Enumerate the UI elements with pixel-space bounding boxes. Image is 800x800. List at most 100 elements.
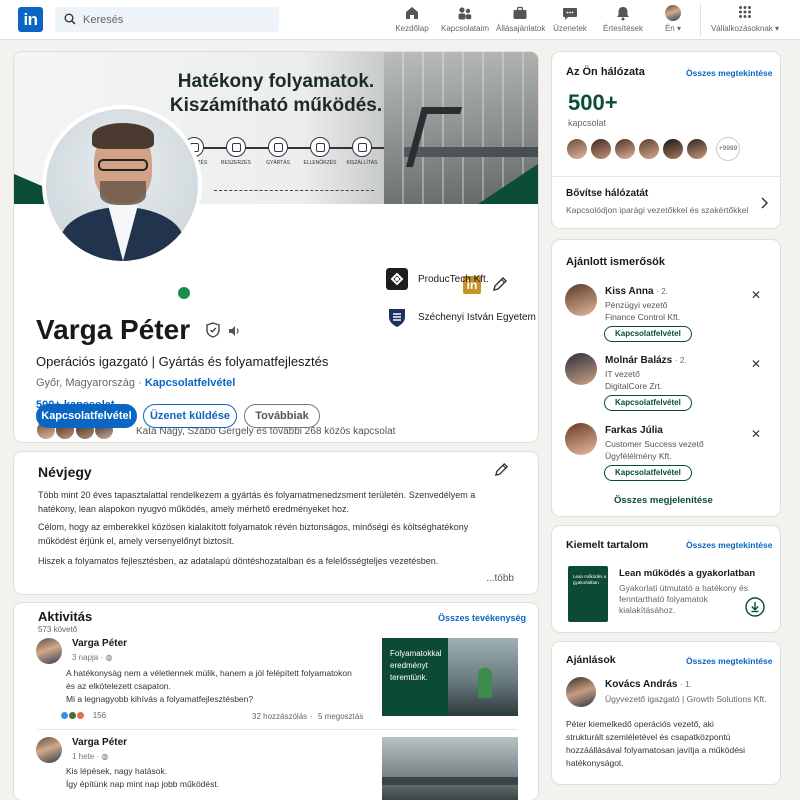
more-connections-badge[interactable]: +9999: [716, 137, 740, 161]
see-more-link[interactable]: ...több: [486, 573, 514, 584]
globe-icon: ◍: [105, 653, 113, 662]
more-button[interactable]: Továbbiak: [244, 404, 320, 428]
nav-divider: [700, 4, 701, 36]
post-text-line: Kis lépések, nagy hatások.: [66, 766, 168, 776]
banner-step-label: GYÁRTÁS: [266, 160, 290, 166]
suggestion-role: IT vezető: [605, 369, 640, 379]
dismiss-close-icon[interactable]: ✕: [751, 288, 761, 302]
suggestion-name[interactable]: Molnár Balázs · 2.: [605, 355, 687, 366]
suggestion-connect-button[interactable]: Kapcsolatfelvétel: [604, 465, 692, 481]
avatar: [566, 138, 588, 160]
divider: [552, 176, 780, 177]
jobs-icon: [513, 6, 527, 19]
chevron-right-icon[interactable]: [760, 197, 768, 209]
about-paragraph: Célom, hogy az emberekkel közösen kialak…: [38, 522, 469, 546]
post-time: 3 napja · ◍: [72, 653, 112, 662]
recommender-name-text: Kovács András: [605, 679, 678, 690]
featured-item-title[interactable]: Lean működés a gyakorlatban: [619, 568, 755, 579]
conveyor-shape: [382, 777, 518, 785]
recommender-name[interactable]: Kovács András · 1.: [605, 679, 692, 690]
dismiss-close-icon[interactable]: ✕: [751, 427, 761, 441]
post-author[interactable]: Varga Péter: [72, 638, 127, 649]
recommendations-title: Ajánlások: [566, 654, 616, 666]
recommendation-text: Péter kiemelkedő operációs vezető, aki s…: [566, 718, 745, 770]
post-image[interactable]: Folyamatokkal eredményt teremtünk.: [382, 638, 518, 716]
avatar: [686, 138, 708, 160]
see-all-recommendations-link[interactable]: Összes megtekintése: [686, 656, 772, 666]
suggestion-company: Finance Control Kft.: [605, 312, 681, 322]
nav-business[interactable]: Vállalkozásoknak ▾: [705, 5, 785, 37]
avatar[interactable]: [565, 284, 597, 316]
worker-figure: [478, 668, 492, 698]
online-status-dot: [175, 284, 193, 302]
shares-count[interactable]: 5 megosztás: [318, 712, 363, 721]
all-activity-link[interactable]: Összes tevékenység: [438, 613, 526, 623]
dismiss-close-icon[interactable]: ✕: [751, 357, 761, 371]
see-all-featured-link[interactable]: Összes megtekintése: [686, 540, 772, 550]
nav-messaging[interactable]: Üzenetek: [551, 5, 589, 37]
suggestion-name-text: Kiss Anna: [605, 286, 654, 297]
search-icon: [64, 13, 76, 25]
connection-degree: · 2.: [656, 287, 668, 296]
avatar[interactable]: [566, 677, 596, 707]
suggestion-item: Farkas Júlia Customer Success vezető Ügy…: [565, 423, 770, 485]
post-image[interactable]: [382, 737, 518, 800]
edit-pencil-icon[interactable]: [494, 462, 509, 477]
search-box[interactable]: [55, 7, 279, 32]
linkedin-logo[interactable]: in: [18, 7, 43, 32]
suggestion-name[interactable]: Farkas Júlia: [605, 425, 663, 436]
send-message-button[interactable]: Üzenet küldése: [143, 404, 237, 428]
network-title: Az Ön hálózata: [566, 66, 645, 78]
banner-step-label: ELLENŐRZÉS: [303, 160, 337, 166]
me-avatar: [665, 5, 681, 21]
banner-title-line: Hatékony folyamatok.: [177, 71, 375, 92]
comments-count[interactable]: 32 hozzászólás: [252, 712, 307, 721]
post-image-text: Folyamatokkal eredményt teremtünk.: [390, 649, 442, 682]
activity-title: Aktivitás: [38, 609, 93, 624]
show-all-suggestions-link[interactable]: Összes megjelenítése: [614, 495, 713, 506]
name-pronunciation-icon[interactable]: [228, 324, 242, 338]
book-cover-text: Lean működés a gyakorlatban: [573, 574, 607, 585]
avatar[interactable]: [565, 353, 597, 385]
chevron-down-icon: ▾: [674, 24, 682, 33]
avatar: [36, 737, 62, 763]
search-input[interactable]: [83, 7, 273, 32]
nav-home-label: Kezdőlap: [395, 24, 429, 33]
post-author[interactable]: Varga Péter: [72, 737, 127, 748]
messaging-icon: [563, 8, 577, 20]
edit-pencil-icon[interactable]: [492, 276, 508, 292]
avatar[interactable]: [565, 423, 597, 455]
post-text-line: és az elkötelezett csapaton.: [66, 681, 171, 691]
nav-me-label: Én: [664, 24, 675, 33]
grid-icon: [739, 6, 751, 18]
banner-step: KISZÁLLÍTÁS: [342, 137, 382, 166]
post-reactions[interactable]: 156: [60, 711, 106, 721]
see-all-network-link[interactable]: Összes megtekintése: [686, 68, 772, 78]
network-card: Az Ön hálózata Összes megtekintése 500+ …: [552, 52, 780, 228]
featured-book-cover[interactable]: Lean működés a gyakorlatban: [568, 566, 608, 622]
connect-button[interactable]: Kapcsolatfelvétel: [36, 404, 137, 428]
nav-network[interactable]: Kapcsolataim: [440, 5, 490, 37]
avatar: [638, 138, 660, 160]
avatar: [614, 138, 636, 160]
verified-shield-icon: [206, 322, 220, 338]
profile-name: Varga Péter: [36, 314, 191, 345]
suggestion-company: Ügyfélélmény Kft.: [605, 451, 672, 461]
suggestion-role: Pénzügyi vezető: [605, 300, 668, 310]
recommender-role: Ügyvezető igazgató | Growth Solutions Kf…: [605, 694, 767, 704]
featured-item-description: Gyakorlati útmutató a hatékony és fennta…: [619, 583, 748, 616]
contact-info-link[interactable]: Kapcsolatfelvétel: [145, 377, 235, 389]
profile-photo[interactable]: [42, 105, 202, 265]
suggestion-name[interactable]: Kiss Anna · 2.: [605, 286, 668, 297]
download-icon[interactable]: [745, 597, 765, 617]
suggestion-connect-button[interactable]: Kapcsolatfelvétel: [604, 395, 692, 411]
recommendation-line: hatékonyságot.: [566, 758, 624, 768]
nav-home[interactable]: Kezdőlap: [392, 5, 432, 37]
grow-network-title[interactable]: Bővítse hálózatát: [566, 188, 648, 199]
nav-notifications[interactable]: Értesítések: [601, 5, 645, 37]
nav-jobs[interactable]: Állásajánlatok: [496, 5, 545, 37]
nav-me[interactable]: Én ▾: [658, 5, 688, 37]
suggestion-connect-button[interactable]: Kapcsolatfelvétel: [604, 326, 692, 342]
recommendation-line: hozzáállásával folyamatosan javítja a mű…: [566, 745, 746, 755]
post-body: Kis lépések, nagy hatások. Így építünk n…: [66, 765, 376, 791]
